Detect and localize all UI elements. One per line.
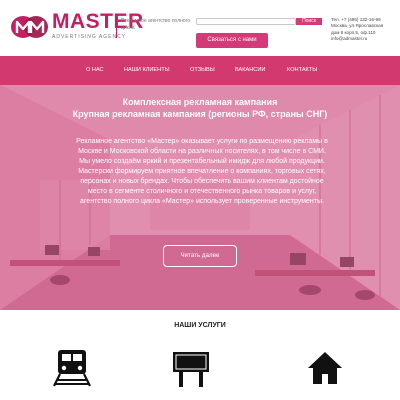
read-more-button[interactable]: Читать далее: [163, 245, 237, 267]
contact-email[interactable]: info@admaster.ru: [331, 36, 399, 42]
hero-subtitle: Крупная рекламная кампания (регионы РФ, …: [72, 109, 328, 119]
search-button[interactable]: Поиск: [296, 18, 322, 25]
nav-item-reviews[interactable]: Отзывы: [190, 56, 215, 85]
nav-item-about[interactable]: О нас: [86, 56, 104, 85]
brand-divider: [116, 16, 117, 38]
brand-subtitle: ADVERTISING AGENCY: [52, 34, 127, 40]
logo-icon[interactable]: [10, 14, 50, 40]
nav-item-clients[interactable]: Наши клиенты: [124, 56, 170, 85]
train-icon[interactable]: [52, 348, 92, 388]
nav-item-contacts[interactable]: Контакты: [287, 56, 317, 85]
nav-item-vacancies[interactable]: Вакансии: [235, 56, 265, 85]
hero-title: Комплексная рекламная кампания: [122, 97, 278, 107]
search-input[interactable]: [196, 18, 296, 25]
billboard-icon[interactable]: [171, 348, 211, 388]
brand-description: Рекламное агентство полного цикла: [121, 18, 191, 31]
house-icon[interactable]: [305, 348, 345, 388]
contact-us-button[interactable]: Связаться с нами: [196, 33, 268, 48]
hero-banner: Комплексная рекламная кампания Крупная р…: [0, 85, 400, 310]
services-title: Наши услуги: [174, 322, 226, 329]
header: MASTER ADVERTISING AGENCY Рекламное аген…: [0, 0, 400, 56]
main-nav: О нас Наши клиенты Отзывы Вакансии Конта…: [0, 56, 400, 85]
contacts-block: Тел. +7 (495) 132-16-99 Москва, ул.Яросл…: [331, 17, 399, 43]
hero-description: Рекламное агентство «Мастер» оказывает у…: [76, 138, 328, 205]
